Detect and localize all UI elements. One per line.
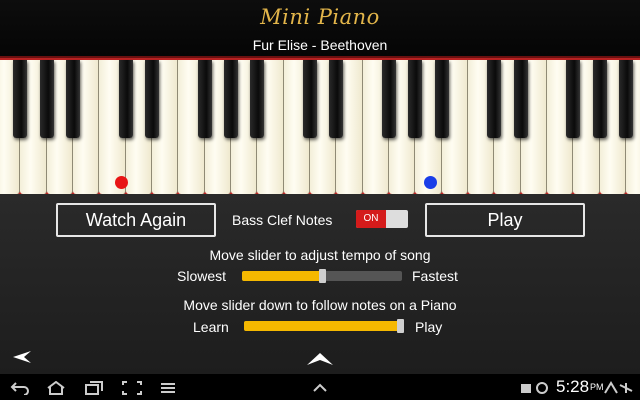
black-key[interactable]	[434, 60, 449, 138]
bass-clef-label: Bass Clef Notes	[232, 212, 333, 228]
mode-slider[interactable]	[244, 319, 404, 333]
black-key[interactable]	[197, 60, 212, 138]
black-key[interactable]	[513, 60, 528, 138]
black-key[interactable]	[487, 60, 502, 138]
mode-min-label: Learn	[193, 319, 229, 335]
tempo-min-label: Slowest	[177, 268, 227, 284]
system-back-icon[interactable]	[10, 374, 30, 400]
header: Mini Piano Fur Elise - Beethoven	[0, 0, 640, 56]
black-key[interactable]	[303, 60, 318, 138]
black-key[interactable]	[250, 60, 265, 138]
black-key[interactable]	[66, 60, 80, 138]
black-key[interactable]	[566, 60, 581, 138]
system-up-chevron-icon[interactable]	[312, 374, 328, 400]
system-screenshot-icon[interactable]	[122, 374, 142, 400]
piano-keyboard[interactable]	[0, 56, 640, 196]
tempo-slider-thumb[interactable]	[319, 269, 326, 283]
note-marker-red	[115, 176, 128, 189]
song-title: Fur Elise - Beethoven	[252, 37, 388, 53]
clock-time: 5:28	[556, 377, 590, 396]
status-icons	[604, 374, 634, 400]
mode-instruction: Move slider down to follow notes on a Pi…	[183, 297, 457, 313]
tempo-slider[interactable]	[242, 269, 402, 283]
bass-clef-toggle[interactable]: ON	[356, 210, 408, 228]
black-key[interactable]	[329, 60, 344, 138]
tempo-slider-fill	[242, 271, 322, 281]
expand-up-icon[interactable]	[306, 352, 334, 371]
black-key[interactable]	[224, 60, 239, 138]
black-key[interactable]	[145, 60, 160, 138]
piano-app: Mini Piano Fur Elise - Beethoven Watch A…	[0, 0, 640, 400]
back-arrow-icon[interactable]	[12, 350, 32, 369]
note-marker-blue	[424, 176, 437, 189]
mode-max-label: Play	[415, 319, 443, 335]
toggle-on-label: ON	[356, 210, 386, 228]
tempo-instruction: Move slider to adjust tempo of song	[209, 247, 431, 263]
mode-slider-thumb[interactable]	[397, 319, 404, 333]
system-bar: 5:28 PM	[0, 374, 640, 400]
mode-slider-fill	[244, 321, 404, 331]
black-key[interactable]	[408, 60, 423, 138]
system-recent-apps-icon[interactable]	[84, 374, 104, 400]
black-key[interactable]	[13, 60, 28, 138]
black-key[interactable]	[382, 60, 397, 138]
system-notification-icons	[520, 374, 550, 400]
black-key[interactable]	[39, 60, 54, 138]
tempo-max-label: Fastest	[412, 268, 458, 284]
play-button[interactable]: Play	[425, 203, 585, 237]
clock-ampm: PM	[590, 382, 604, 392]
system-menu-icon[interactable]	[160, 374, 176, 400]
black-key[interactable]	[592, 60, 607, 138]
watch-again-button[interactable]: Watch Again	[56, 203, 216, 237]
app-title: Mini Piano	[260, 5, 380, 29]
black-key[interactable]	[118, 60, 133, 138]
system-home-icon[interactable]	[46, 374, 66, 400]
black-key[interactable]	[619, 60, 634, 138]
